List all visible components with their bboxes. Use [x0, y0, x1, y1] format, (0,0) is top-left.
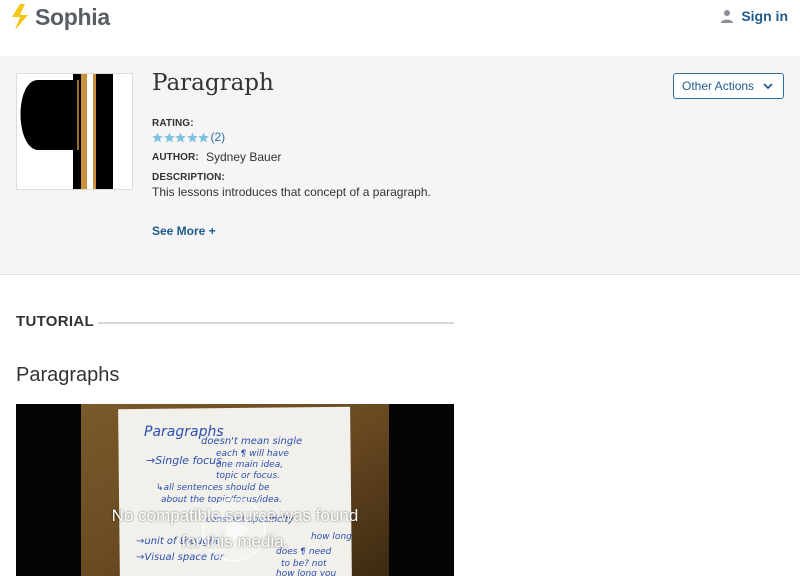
handwritten-line: to be? not [281, 559, 327, 569]
video-error-line-1: No compatible source was found [111, 506, 359, 525]
handwritten-line: each ¶ will have [216, 449, 289, 459]
pilcrow-icon [17, 74, 132, 189]
chevron-down-icon [763, 82, 773, 89]
rating-count: (2) [210, 130, 226, 144]
resource-thumbnail [16, 73, 133, 190]
video-error-message: No compatible source was found for this … [16, 503, 454, 555]
star-icon [163, 131, 175, 142]
resource-title: Paragraph [152, 70, 274, 96]
other-actions-label: Other Actions [682, 79, 755, 93]
handwritten-line: one main idea, [216, 460, 283, 470]
other-actions-dropdown[interactable]: Other Actions [673, 73, 784, 99]
handwritten-line: how long you [276, 569, 337, 576]
sign-in-label: Sign in [741, 8, 788, 24]
rating-stars[interactable]: (2) [152, 130, 225, 144]
brand-name: Sophia [35, 3, 110, 30]
author-label: AUTHOR: [152, 152, 199, 163]
handwritten-line: ↳all sentences should be [156, 483, 270, 493]
section-divider [98, 322, 454, 324]
sophia-logo[interactable]: Sophia [9, 2, 110, 32]
sophia-logo-mark-icon [12, 4, 28, 30]
star-icon [198, 131, 209, 142]
handwritten-line: doesn't mean single [201, 436, 302, 447]
video-error-line-2: for this media. [181, 532, 289, 551]
handwritten-line: topic or focus. [216, 471, 280, 481]
tutorial-section-label: TUTORIAL [16, 313, 94, 330]
video-player[interactable]: Paragraphs doesn't mean single →Single foc… [16, 404, 454, 576]
top-navigation-bar: Sophia Sign in [0, 0, 800, 56]
handwritten-line: →Single focus [146, 454, 222, 467]
description-text: This lessons introduces that concept of … [152, 185, 431, 199]
resource-info-panel: Paragraph Other Actions RATING: (2) AUTH… [0, 56, 800, 275]
see-more-link[interactable]: See More + [152, 224, 216, 238]
description-label: DESCRIPTION: [152, 172, 225, 183]
star-icon [175, 131, 186, 142]
rating-label: RATING: [152, 118, 194, 129]
sign-in-link[interactable]: Sign in [720, 8, 788, 24]
star-icon [152, 131, 163, 142]
author-name: Sydney Bauer [206, 150, 282, 164]
tutorial-title: Paragraphs [16, 364, 120, 386]
user-icon [721, 10, 734, 23]
star-icon [186, 131, 198, 142]
